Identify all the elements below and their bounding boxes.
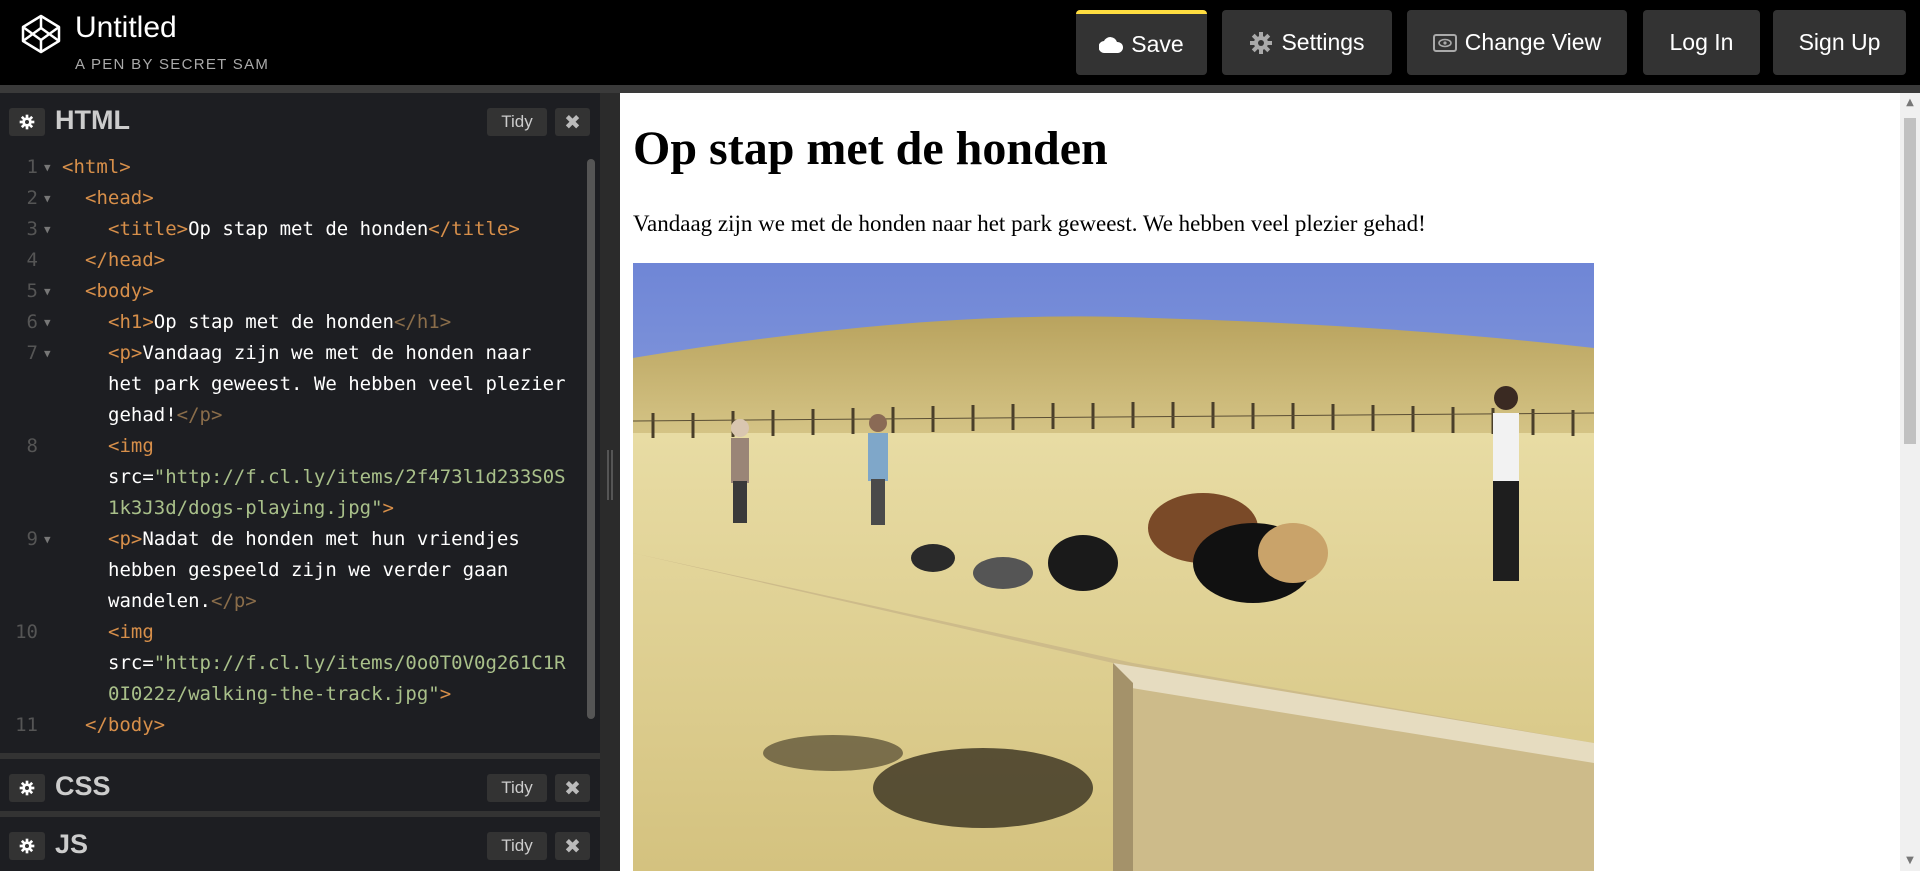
css-settings-button[interactable] (9, 774, 45, 802)
preview-frame[interactable]: Op stap met de honden Vandaag zijn we me… (620, 93, 1900, 871)
html-editor-header: HTML Tidy ✖ (0, 93, 600, 148)
settings-button[interactable]: Settings (1222, 10, 1392, 75)
settings-label: Settings (1281, 29, 1365, 55)
gear-icon (19, 780, 35, 796)
layout-icon (1432, 33, 1457, 52)
code-scrollbar[interactable] (587, 159, 595, 719)
scroll-down-arrow-icon[interactable]: ▼ (1904, 855, 1916, 867)
gear-icon (1250, 31, 1273, 54)
html-settings-button[interactable] (9, 108, 45, 136)
js-editor-title: JS (55, 829, 89, 859)
html-tidy-button[interactable]: Tidy (487, 108, 547, 136)
signup-button[interactable]: Sign Up (1773, 10, 1906, 75)
fold-arrow-icon[interactable]: ▼ (44, 183, 51, 214)
dogs-playing-image (633, 263, 1594, 871)
html-code-editor[interactable]: 1 ▼ 2 ▼ 3 ▼ 4 5 ▼ 6 ▼ 7 ▼ 8 9 ▼ 10 11 <html> <head> <titl… (0, 151, 600, 751)
scrollbar-thumb[interactable] (1904, 118, 1916, 444)
preview-heading: Op stap met de honden (633, 122, 1108, 175)
preview-scrollbar[interactable]: ▲ ▼ (1900, 93, 1920, 871)
css-close-button[interactable]: ✖ (555, 774, 590, 802)
cloud-icon (1099, 36, 1124, 53)
save-button[interactable]: Save (1076, 10, 1207, 75)
js-settings-button[interactable] (9, 832, 45, 860)
fold-arrow-icon[interactable]: ▼ (44, 524, 51, 555)
fold-arrow-icon[interactable]: ▼ (44, 307, 51, 338)
css-tidy-button[interactable]: Tidy (487, 774, 547, 802)
change-view-label: Change View (1464, 29, 1602, 55)
header-divider[interactable] (0, 85, 1920, 93)
fold-arrow-icon[interactable]: ▼ (44, 338, 51, 369)
gear-icon (19, 114, 35, 130)
css-editor-header[interactable]: CSS Tidy ✖ (0, 753, 600, 808)
resize-handle[interactable] (607, 450, 613, 500)
codepen-logo-icon[interactable] (20, 13, 62, 55)
fold-arrow-icon[interactable]: ▼ (44, 152, 51, 183)
fold-arrow-icon[interactable]: ▼ (44, 276, 51, 307)
fold-arrow-icon[interactable]: ▼ (44, 214, 51, 245)
preview-paragraph: Vandaag zijn we met de honden naar het p… (633, 211, 1426, 236)
html-editor-title: HTML (55, 105, 130, 135)
html-close-button[interactable]: ✖ (555, 108, 590, 136)
js-close-button[interactable]: ✖ (555, 832, 590, 860)
top-bar: Untitled A PEN BY SECRET SAM Save Settin… (0, 0, 1920, 85)
pen-author: A PEN BY SECRET SAM (75, 56, 270, 73)
editor-panels: HTML Tidy ✖ 1 ▼ 2 ▼ 3 ▼ 4 5 ▼ 6 ▼ 7 ▼ 8 9 ▼ 10 11 <html> … (0, 93, 600, 871)
save-label: Save (1131, 31, 1184, 57)
css-editor-title: CSS (55, 771, 111, 801)
scroll-up-arrow-icon[interactable]: ▲ (1904, 97, 1916, 109)
change-view-button[interactable]: Change View (1407, 10, 1627, 75)
js-tidy-button[interactable]: Tidy (487, 832, 547, 860)
gear-icon (19, 838, 35, 854)
login-button[interactable]: Log In (1643, 10, 1760, 75)
js-editor-header[interactable]: JS Tidy ✖ (0, 811, 600, 866)
pen-title[interactable]: Untitled (75, 11, 177, 45)
